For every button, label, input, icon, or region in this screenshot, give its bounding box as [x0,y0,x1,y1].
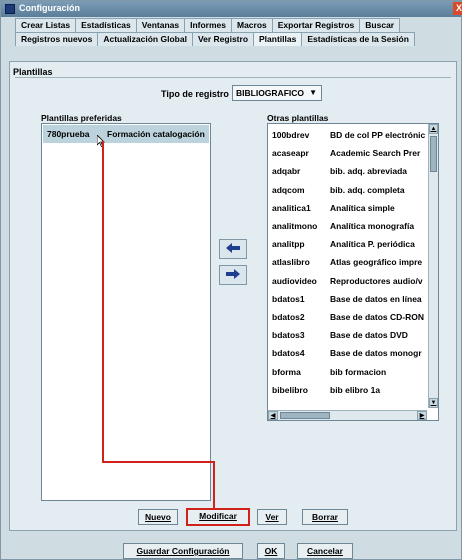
template-name: Formación catalogación [107,129,205,139]
configuracion-window: Configuración X Crear Listas Estadísticas… [0,0,462,560]
modificar-button[interactable]: Modificar [186,508,250,526]
template-code: atlaslibro [272,257,310,268]
ok-button[interactable]: OK [257,543,285,559]
template-code: adqcom [272,184,305,195]
template-name: Analítica monografía [330,221,415,231]
tab-informes[interactable]: Informes [184,18,232,32]
template-code: bdatos4 [272,348,305,359]
tab-exportar-registros[interactable]: Exportar Registros [271,18,361,32]
template-code: 780prueba [47,129,90,139]
tipo-registro-value: BIBLIOGRAFICO [236,88,304,98]
guardar-configuracion-button[interactable]: Guardar Configuración [123,543,243,559]
scroll-left-icon[interactable]: ◀ [268,411,278,420]
template-code: 100bdrev [272,130,310,140]
otras-list[interactable]: 100bdrev BD de col PP electrónic acaseapr A… [267,123,439,421]
list-item[interactable]: bdatos3 Base de datos DVD [270,326,428,344]
template-code: adqabr [272,166,301,177]
preferidas-list[interactable]: 780prueba Formación catalogación [41,123,211,501]
close-button[interactable]: X [453,2,462,15]
window-title: Configuración [19,3,80,13]
list-item[interactable]: analitica1 Analítica simple [270,199,428,217]
template-name: bib formacion [330,366,387,377]
tab-ventanas[interactable]: Ventanas [135,18,186,32]
vertical-scrollbar[interactable]: ▲ ▼ [428,124,438,408]
scroll-down-icon[interactable]: ▼ [429,398,438,408]
template-name: Academic Search Prer [330,148,421,159]
tab-macros[interactable]: Macros [231,18,273,32]
list-item[interactable]: bdatos4 Base de datos monogr [270,344,428,362]
template-name: Base de datos en línea [330,293,422,304]
scroll-right-icon[interactable]: ▶ [417,411,427,420]
cancelar-button[interactable]: Cancelar [297,543,353,559]
template-code: bdatos1 [272,293,305,304]
tab-estad-sticas-de-la-sesi-n[interactable]: Estadísticas de la Sesión [301,32,415,46]
app-icon [5,4,15,14]
arrow-right-icon [226,269,240,279]
template-name: BD de col PP electrónic [330,130,426,140]
tab-crear-listas[interactable]: Crear Listas [15,18,77,32]
template-name: Analítica simple [330,202,395,213]
horizontal-scrollbar[interactable]: ◀ ▶ [268,410,427,420]
scroll-up-icon[interactable]: ▲ [429,124,438,134]
divider [15,77,451,78]
template-code: acaseapr [272,148,309,159]
list-item[interactable]: 780prueba Formación catalogación [43,125,209,143]
template-code: analitmono [272,221,318,231]
tab-row-2: Registros nuevos Actualización Global Ver … [15,32,415,46]
tab-actualizaci-n-global[interactable]: Actualización Global [97,32,193,46]
template-name: Atlas geográfico impre [330,257,423,268]
template-name: Base de datos DVD [330,330,408,341]
list-item[interactable]: bforma bib formacion [270,363,428,381]
scroll-thumb-h[interactable] [280,412,330,419]
ver-button[interactable]: Ver [257,509,287,525]
list-item[interactable]: acaseapr Academic Search Prer [270,144,428,162]
template-code: bdatos3 [272,330,305,341]
borrar-button[interactable]: Borrar [302,509,348,525]
preferidas-label: Plantillas preferidas [41,113,122,123]
move-left-button[interactable] [219,239,247,259]
template-name: Analítica P. periódica [330,239,415,250]
list-item[interactable]: bibelibro bib elibro 1a [270,381,428,399]
template-name: bib elibro 1a [330,384,381,395]
template-name: Base de datos monogr [330,348,422,359]
template-name: Base de datos CD-RON [330,312,424,322]
tipo-registro-select[interactable]: BIBLIOGRAFICO ▼ [232,85,322,101]
tab-buscar[interactable]: Buscar [359,18,401,32]
move-right-button[interactable] [219,265,247,285]
tab-plantillas[interactable]: Plantillas [253,32,303,46]
tab-registros-nuevos[interactable]: Registros nuevos [15,32,99,46]
list-item[interactable]: analitpp Analítica P. periódica [270,235,428,253]
template-name: bib. adq. abreviada [330,166,407,177]
template-name: Reproductores audio/v [330,275,423,286]
tab-estad-sticas[interactable]: Estadísticas [75,18,137,32]
nuevo-button[interactable]: Nuevo [138,509,178,525]
template-code: bibelibro [272,384,308,395]
tipo-registro-label: Tipo de registro [161,89,229,99]
tab-row-1: Crear Listas Estadísticas Ventanas Informes… [15,18,401,32]
list-item[interactable]: bdatos1 Base de datos en línea [270,290,428,308]
list-item[interactable]: 100bdrev BD de col PP electrónic [270,126,428,144]
scroll-thumb[interactable] [430,136,437,172]
template-code: bdatos2 [272,312,305,322]
tab-ver-registro[interactable]: Ver Registro [191,32,255,46]
list-item[interactable]: adqabr bib. adq. abreviada [270,162,428,180]
annotation-line-drop [213,461,215,509]
chevron-down-icon: ▼ [309,88,317,97]
list-item[interactable]: analitmono Analítica monografía [270,217,428,235]
list-item[interactable]: atlaslibro Atlas geográfico impre [270,253,428,271]
list-item[interactable]: adqcom bib. adq. completa [270,181,428,199]
section-title: Plantillas [13,67,53,77]
list-item[interactable]: audiovideo Reproductores audio/v [270,272,428,290]
annotation-line-vertical [102,141,104,463]
template-code: bforma [272,366,301,377]
list-item[interactable]: bdatos2 Base de datos CD-RON [270,308,428,326]
template-code: analitpp [272,239,305,250]
annotation-line-horizontal [102,461,215,463]
otras-label: Otras plantillas [267,113,329,123]
template-name: bib. adq. completa [330,184,405,195]
title-bar[interactable]: Configuración X [1,1,462,17]
template-code: analitica1 [272,202,311,213]
template-code: audiovideo [272,275,317,286]
arrow-left-icon [226,243,240,253]
